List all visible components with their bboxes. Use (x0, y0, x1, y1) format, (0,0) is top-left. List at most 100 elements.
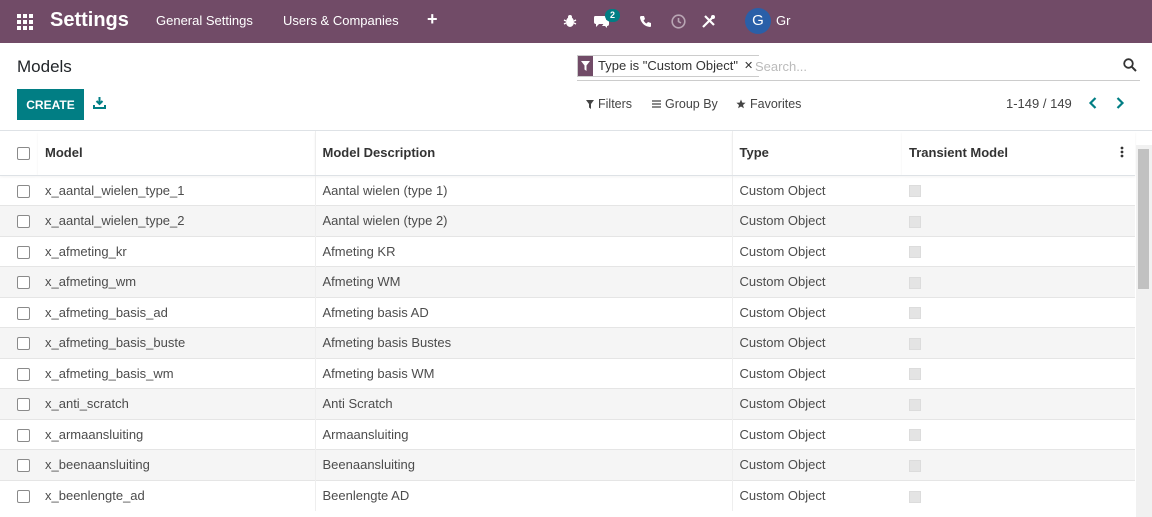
search-icon[interactable] (1123, 58, 1139, 74)
column-header-model[interactable]: Model (38, 131, 315, 176)
column-header-model-description[interactable]: Model Description (314, 131, 732, 176)
row-checkbox[interactable] (17, 215, 30, 229)
user-avatar[interactable]: G (745, 8, 771, 34)
menu-users-companies[interactable]: Users & Companies (283, 13, 399, 28)
menu-general-settings[interactable]: General Settings (156, 13, 253, 28)
cell-model-description[interactable]: Afmeting WM (314, 266, 732, 297)
table-row[interactable]: x_afmeting_basis_wm Afmeting basis WM Cust… (0, 357, 1135, 389)
table-row[interactable]: x_anti_scratch Anti Scratch Custom Object (0, 388, 1135, 419)
table-row[interactable]: x_afmeting_basis_ad Afmeting basis AD Cust… (0, 296, 1135, 328)
scrollbar-thumb[interactable] (1138, 149, 1149, 289)
messages-badge: 2 (605, 9, 620, 22)
table-row[interactable]: x_afmeting_kr Afmeting KR Custom Object (0, 235, 1135, 267)
row-checkbox[interactable] (17, 276, 30, 290)
search-input[interactable] (755, 56, 1115, 76)
cell-type[interactable]: Custom Object (731, 449, 902, 480)
cell-type[interactable]: Custom Object (731, 388, 902, 419)
table-row[interactable]: x_afmeting_wm Afmeting WM Custom Object (0, 266, 1135, 297)
tools-icon[interactable] (699, 12, 717, 30)
row-select-cell (0, 327, 38, 358)
cell-type[interactable]: Custom Object (731, 235, 902, 267)
cell-model[interactable]: x_afmeting_basis_ad (38, 296, 315, 328)
transient-checkbox (909, 246, 921, 259)
cell-model[interactable]: x_aantal_wielen_type_2 (38, 205, 315, 236)
cell-model[interactable]: x_aantal_wielen_type_1 (38, 174, 315, 206)
app-name[interactable]: Settings (50, 9, 129, 32)
cell-model[interactable]: x_afmeting_kr (38, 235, 315, 267)
row-checkbox[interactable] (17, 428, 30, 442)
row-checkbox[interactable] (17, 306, 30, 320)
table-row[interactable]: x_aantal_wielen_type_1 Aantal wielen (typ… (0, 174, 1135, 206)
cell-model-description[interactable]: Afmeting basis Bustes (314, 327, 732, 358)
row-checkbox[interactable] (17, 337, 30, 351)
bug-icon[interactable] (561, 12, 579, 30)
search-facet[interactable]: Type is "Custom Object" ✕ (577, 55, 760, 77)
cell-transient-model (902, 388, 1135, 419)
table-row[interactable]: x_afmeting_basis_buste Afmeting basis Bus… (0, 327, 1135, 358)
list-scrollbar[interactable] (1136, 145, 1152, 517)
pager-previous-icon[interactable] (1087, 96, 1101, 112)
table-row[interactable]: x_aantal_wielen_type_2 Aantal wielen (typ… (0, 205, 1135, 236)
column-header-transient-model[interactable]: Transient Model (902, 131, 1135, 176)
cell-type[interactable]: Custom Object (731, 357, 902, 389)
cell-model[interactable]: x_beenlengte_ad (38, 479, 315, 511)
cell-type[interactable]: Custom Object (731, 418, 902, 450)
row-select-cell (0, 205, 38, 236)
cell-type[interactable]: Custom Object (731, 327, 902, 358)
cell-model-description[interactable]: Anti Scratch (314, 388, 732, 419)
favorites-label: Favorites (750, 97, 802, 111)
user-name[interactable]: Gr (776, 13, 790, 28)
facet-label: Type is "Custom Object" (593, 56, 744, 76)
cell-type[interactable]: Custom Object (731, 479, 902, 511)
header-select-all-cell (0, 131, 38, 176)
download-icon[interactable] (93, 96, 107, 110)
cell-model-description[interactable]: Aantal wielen (type 1) (314, 174, 732, 206)
row-checkbox[interactable] (17, 459, 30, 473)
cell-model-description[interactable]: Afmeting KR (314, 235, 732, 267)
cell-type[interactable]: Custom Object (731, 296, 902, 328)
select-all-checkbox[interactable] (17, 147, 30, 161)
group-by-button[interactable]: Group By (652, 97, 718, 111)
column-header-type[interactable]: Type (731, 131, 902, 176)
row-checkbox[interactable] (17, 245, 30, 259)
create-button[interactable]: CREATE (17, 89, 84, 120)
cell-model-description[interactable]: Afmeting basis AD (314, 296, 732, 328)
cell-model-description[interactable]: Afmeting basis WM (314, 357, 732, 389)
cell-model[interactable]: x_beenaansluiting (38, 449, 315, 480)
apps-menu-icon[interactable] (17, 14, 33, 30)
cell-model[interactable]: x_afmeting_basis_wm (38, 357, 315, 389)
phone-icon[interactable] (636, 12, 654, 30)
cell-type[interactable]: Custom Object (731, 266, 902, 297)
cell-model-description[interactable]: Beenaansluiting (314, 449, 732, 480)
cell-model[interactable]: x_anti_scratch (38, 388, 315, 419)
row-checkbox[interactable] (17, 184, 30, 198)
table-header: Model Model Description Type Transient M… (0, 131, 1135, 176)
transient-checkbox (909, 215, 921, 228)
row-checkbox[interactable] (17, 490, 30, 504)
pager-value[interactable]: 1-149 / 149 (1006, 96, 1072, 111)
optional-columns-icon[interactable] (1120, 145, 1128, 159)
cell-model-description[interactable]: Aantal wielen (type 2) (314, 205, 732, 236)
cell-transient-model (902, 449, 1135, 480)
transient-checkbox (909, 398, 921, 411)
favorites-button[interactable]: Favorites (736, 97, 801, 111)
table-row[interactable]: x_armaansluiting Armaansluiting Custom Obj… (0, 418, 1135, 450)
row-checkbox[interactable] (17, 367, 30, 381)
quick-create-button[interactable]: + (427, 9, 438, 30)
cell-transient-model (902, 266, 1135, 297)
cell-model-description[interactable]: Armaansluiting (314, 418, 732, 450)
row-checkbox[interactable] (17, 398, 30, 412)
clock-icon[interactable] (669, 12, 687, 30)
filters-label: Filters (598, 97, 633, 111)
cell-model[interactable]: x_afmeting_basis_buste (38, 327, 315, 358)
table-row[interactable]: x_beenaansluiting Beenaansluiting Custom O… (0, 449, 1135, 480)
cell-model[interactable]: x_afmeting_wm (38, 266, 315, 297)
cell-type[interactable]: Custom Object (731, 205, 902, 236)
filters-button[interactable]: Filters (586, 97, 632, 111)
cell-type[interactable]: Custom Object (731, 174, 902, 206)
cell-model[interactable]: x_armaansluiting (38, 418, 315, 450)
table-row[interactable]: x_beenlengte_ad Beenlengte AD Custom Objec… (0, 479, 1135, 511)
transient-checkbox (909, 368, 921, 381)
cell-model-description[interactable]: Beenlengte AD (314, 479, 732, 511)
pager-next-icon[interactable] (1114, 96, 1128, 112)
